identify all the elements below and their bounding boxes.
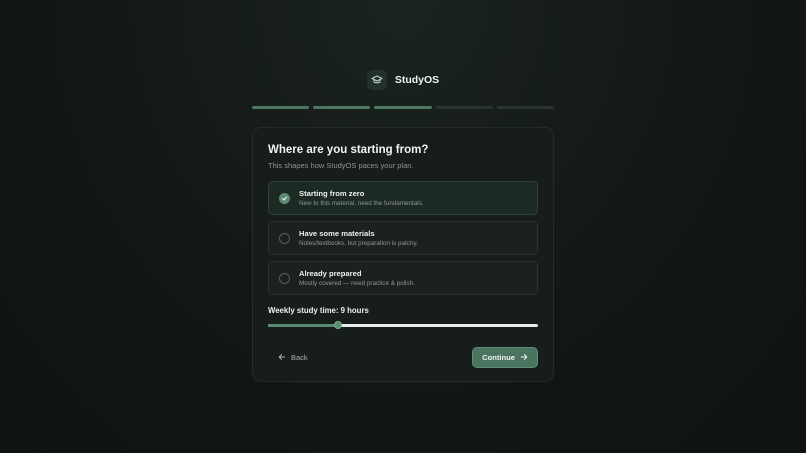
progress-step-4: [435, 106, 493, 109]
option-description: Notes/textbooks, but preparation is patc…: [299, 240, 418, 247]
option-label: Have some materials: [299, 229, 375, 238]
radio-checked-icon[interactable]: [279, 192, 290, 204]
back-button[interactable]: Back: [268, 353, 308, 363]
radio-unchecked-icon[interactable]: [279, 272, 290, 284]
continue-label: Continue: [482, 353, 515, 362]
option-description: Mostly covered — need practice & polish.: [299, 280, 415, 287]
card-subtitle: This shapes how StudyOS paces your plan.: [268, 161, 414, 170]
slider-thumb[interactable]: [334, 321, 343, 329]
option-description: New to this material, need the fundament…: [299, 200, 424, 207]
continue-button[interactable]: Continue: [472, 347, 538, 368]
option-starting-from-zero[interactable]: Starting from zero New to this material,…: [268, 181, 538, 215]
onboarding-card: Where are you starting from? This shapes…: [252, 127, 554, 382]
radio-unchecked-icon[interactable]: [279, 232, 290, 244]
weekly-study-time-slider[interactable]: [268, 321, 538, 329]
back-label: Back: [291, 353, 308, 362]
progress-step-1: [252, 106, 310, 109]
arrow-left-icon: [278, 353, 286, 363]
step-progress: [252, 106, 555, 109]
progress-step-2: [313, 106, 371, 109]
card-title: Where are you starting from?: [268, 144, 429, 156]
graduation-cap-icon: [366, 70, 387, 90]
option-already-prepared[interactable]: Already prepared Mostly covered — need p…: [268, 261, 538, 295]
slider-fill: [268, 324, 339, 327]
arrow-right-icon: [520, 353, 528, 363]
option-label: Already prepared: [299, 269, 362, 278]
brand-header: StudyOS: [0, 70, 806, 90]
brand-name: StudyOS: [394, 74, 440, 86]
option-label: Starting from zero: [299, 189, 365, 198]
progress-step-5: [496, 106, 555, 109]
weekly-study-time-label: Weekly study time: 9 hours: [268, 306, 369, 315]
card-footer: Back Continue: [268, 347, 538, 368]
progress-step-3: [374, 106, 432, 109]
option-have-some-materials[interactable]: Have some materials Notes/textbooks, but…: [268, 221, 538, 255]
